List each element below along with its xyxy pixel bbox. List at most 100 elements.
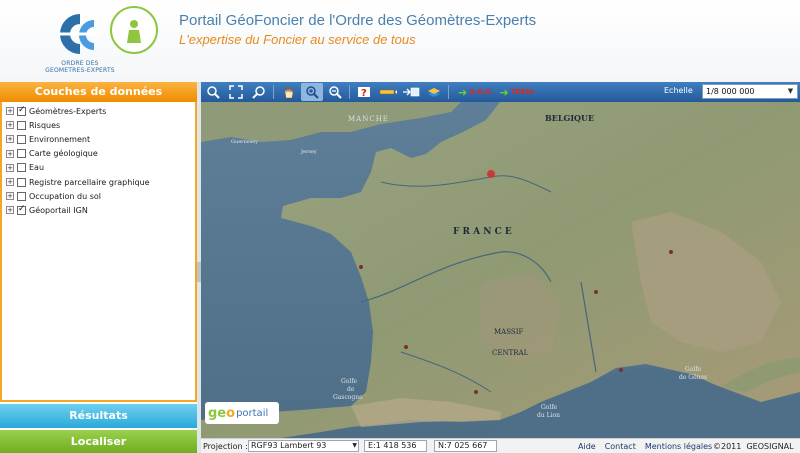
contact-link[interactable]: Contact: [605, 442, 636, 451]
layer-label: Géomètres-Experts: [29, 106, 107, 116]
teria-link-label: TERIA: [510, 88, 534, 96]
zoom-extent-icon[interactable]: [225, 83, 247, 101]
person-icon: [127, 20, 141, 43]
expand-icon[interactable]: +: [6, 178, 14, 187]
map-label-golfe-2: de: [347, 386, 355, 393]
footer-links: Aide Contact Mentions légales: [578, 442, 712, 451]
map-view[interactable]: MANCHE BELGIQUE F R A N C E MASSIF CENTR…: [201, 102, 800, 438]
layer-item-occupation-sol[interactable]: + Occupation du sol: [2, 189, 195, 203]
teria-link[interactable]: ➜ TERIA: [500, 86, 534, 99]
layer-checkbox[interactable]: [17, 149, 26, 159]
layer-label: Géoportail IGN: [29, 205, 88, 215]
export-icon[interactable]: [400, 83, 422, 101]
easting-value: E:1 418 536: [368, 441, 417, 450]
zoom-out-icon[interactable]: [248, 83, 270, 101]
projection-label: Projection :: [203, 442, 248, 451]
page-title: Portail GéoFoncier de l'Ordre des Géomèt…: [179, 12, 537, 29]
arrow-right-icon: ➜: [458, 85, 468, 99]
city-lyon: [594, 290, 598, 294]
zoom-minus-icon[interactable]: [324, 83, 346, 101]
expand-icon[interactable]: +: [6, 149, 14, 158]
map-canvas[interactable]: [201, 102, 800, 438]
geoportail-logo-part3: portail: [236, 407, 269, 419]
easting-field: E:1 418 536: [364, 440, 427, 452]
layer-checkbox[interactable]: [17, 177, 26, 187]
layer-checkbox[interactable]: [17, 191, 26, 201]
layer-item-geoportail-ign[interactable]: + Géoportail IGN: [2, 203, 195, 217]
expand-icon[interactable]: +: [6, 192, 14, 201]
layer-checkbox[interactable]: [17, 120, 26, 130]
layer-checkbox[interactable]: [17, 204, 26, 215]
map-label-golfe-genes-1: Golfe: [685, 366, 702, 373]
localise-button[interactable]: Localiser: [0, 430, 197, 453]
map-label-guernesey: Guernesey: [231, 139, 259, 145]
page-subtitle: L'expertise du Foncier au service de tou…: [179, 32, 416, 47]
layers-icon[interactable]: [423, 83, 445, 101]
geoportail-logo[interactable]: ge o portail: [205, 402, 279, 424]
expand-icon[interactable]: +: [6, 163, 14, 172]
map-label-france: F R A N C E: [453, 227, 512, 237]
geoportail-logo-part1: ge: [208, 405, 227, 421]
oge-logo: [58, 14, 102, 54]
map-label-golfe-3: Gascogne: [333, 394, 363, 401]
city-nantes: [359, 265, 363, 269]
logo-text-line2: GEOMETRES-EXPERTS: [45, 67, 115, 74]
city-geneva: [669, 250, 673, 254]
layer-item-geometres-experts[interactable]: + Géomètres-Experts: [2, 104, 195, 118]
svg-text:?: ?: [361, 88, 367, 99]
layer-checkbox[interactable]: [17, 163, 26, 173]
layer-item-carte-geologique[interactable]: + Carte géologique: [2, 147, 195, 161]
layer-item-registre-parcellaire[interactable]: + Registre parcellaire graphique: [2, 175, 195, 189]
results-button[interactable]: Résultats: [0, 404, 197, 428]
map-label-golfe-lion-2: du Lion: [537, 412, 560, 419]
measure-icon[interactable]: [377, 83, 399, 101]
layer-item-environnement[interactable]: + Environnement: [2, 132, 195, 146]
city-toulouse: [474, 390, 478, 394]
legal-link[interactable]: Mentions légales: [645, 442, 712, 451]
chevron-down-icon[interactable]: ▼: [785, 86, 796, 97]
map-toolbar: ? ➜ O.G.E. ➜ TERIA Echelle 1/8 000 000 ▼: [201, 82, 800, 102]
help-icon[interactable]: ?: [354, 83, 376, 101]
oge-link[interactable]: ➜ O.G.E.: [458, 86, 494, 99]
expand-icon[interactable]: +: [6, 121, 14, 130]
logo-text: ORDRE DES GEOMETRES-EXPERTS: [28, 60, 132, 74]
layer-item-eau[interactable]: + Eau: [2, 161, 195, 175]
chevron-down-icon[interactable]: ▼: [352, 441, 357, 451]
scale-label: Echelle: [664, 86, 693, 95]
map-label-central: CENTRAL: [492, 349, 529, 357]
layers-panel: Couches de données + Géomètres-Experts +…: [0, 82, 197, 453]
map-label-golfe-genes-2: de Gênes: [679, 374, 708, 381]
layer-checkbox[interactable]: [17, 134, 26, 144]
layers-tree: + Géomètres-Experts + Risques + Environn…: [0, 102, 197, 402]
layer-label: Eau: [29, 163, 45, 173]
seal-logo: [110, 6, 158, 54]
company-name: GEOSIGNAL: [746, 442, 794, 451]
northing-value: N:7 025 667: [438, 441, 488, 450]
projection-select[interactable]: RGF93 Lambert 93 ▼: [248, 440, 359, 452]
city-bordeaux: [404, 345, 408, 349]
arrow-right-icon: ➜: [499, 85, 509, 99]
status-bar: Projection : RGF93 Lambert 93 ▼ E:1 418 …: [201, 438, 800, 453]
expand-icon[interactable]: +: [6, 107, 14, 116]
map-label-massif: MASSIF: [494, 328, 524, 336]
map-label-manche: MANCHE: [348, 115, 389, 123]
projection-value: RGF93 Lambert 93: [251, 441, 327, 450]
zoom-box-icon[interactable]: [301, 83, 323, 101]
map-label-golfe-1: Golfe: [341, 378, 358, 385]
map-label-belgique: BELGIQUE: [545, 113, 595, 123]
map-label-jersey: Jersey: [301, 149, 317, 155]
toolbar-separator: [273, 85, 274, 99]
layers-panel-title: Couches de données: [0, 82, 197, 102]
help-link[interactable]: Aide: [578, 442, 596, 451]
expand-icon[interactable]: +: [6, 206, 14, 215]
layer-checkbox[interactable]: [17, 105, 26, 116]
zoom-in-icon[interactable]: [202, 83, 224, 101]
scale-select[interactable]: 1/8 000 000 ▼: [702, 84, 798, 99]
geoportail-logo-part2: o: [226, 405, 236, 421]
layer-label: Occupation du sol: [29, 191, 101, 201]
pan-hand-icon[interactable]: [278, 83, 300, 101]
city-paris: [487, 170, 495, 178]
copyright-year: ©2011: [713, 442, 742, 451]
expand-icon[interactable]: +: [6, 135, 14, 144]
layer-item-risques[interactable]: + Risques: [2, 118, 195, 132]
